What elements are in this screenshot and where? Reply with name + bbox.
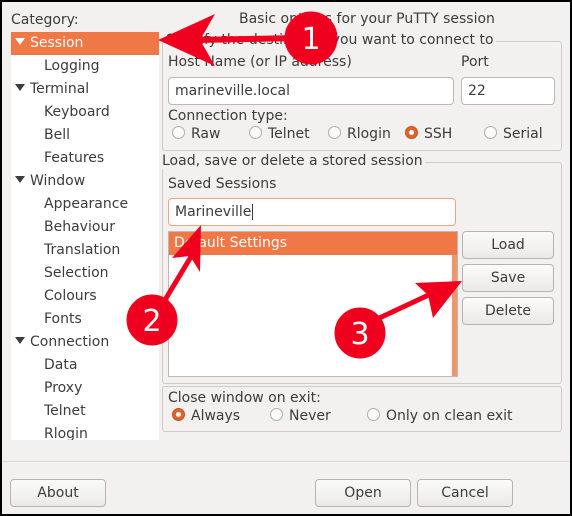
tree-item-connection[interactable]: Connection: [11, 331, 159, 354]
open-button[interactable]: Open: [315, 479, 411, 507]
text-cursor: [252, 204, 254, 220]
saved-sessions-label: Saved Sessions: [168, 176, 277, 192]
footer-separator: [2, 461, 570, 462]
putty-configuration-window: Category: Session Logging Terminal Keybo…: [2, 2, 570, 514]
tree-item-keyboard[interactable]: Keyboard: [11, 101, 159, 124]
expanded-triangle-icon[interactable]: [15, 84, 25, 91]
panel-title: Basic options for your PuTTY session: [239, 11, 495, 27]
list-scrollbar[interactable]: [452, 255, 457, 376]
radio-checked-icon[interactable]: [172, 408, 185, 421]
tree-item-data[interactable]: Data: [11, 354, 159, 377]
radio-circle-icon[interactable]: [249, 126, 262, 139]
tree-item-selection[interactable]: Selection: [11, 262, 159, 285]
radio-circle-icon[interactable]: [270, 408, 283, 421]
tree-item-appearance[interactable]: Appearance: [11, 193, 159, 216]
tree-item-fonts[interactable]: Fonts: [11, 308, 159, 331]
tree-item-logging[interactable]: Logging: [11, 55, 159, 78]
radio-checked-icon[interactable]: [405, 126, 418, 139]
radio-rlogin[interactable]: Rlogin: [328, 126, 391, 142]
port-input[interactable]: 22: [461, 77, 555, 105]
host-name-input[interactable]: marineville.local: [168, 77, 454, 105]
radio-circle-icon[interactable]: [172, 126, 185, 139]
connection-type-label: Connection type:: [168, 108, 288, 124]
destination-frame-title: Specify the destination you want to conn…: [166, 32, 496, 48]
radio-raw[interactable]: Raw: [172, 126, 220, 142]
delete-button[interactable]: Delete: [462, 297, 554, 325]
expanded-triangle-icon[interactable]: [15, 337, 25, 344]
host-name-label: Host Name (or IP address): [168, 54, 352, 70]
tree-item-behaviour[interactable]: Behaviour: [11, 216, 159, 239]
tree-item-proxy[interactable]: Proxy: [11, 377, 159, 400]
radio-always[interactable]: Always: [172, 408, 240, 424]
saved-sessions-list[interactable]: Default Settings: [168, 231, 458, 377]
tree-item-translation[interactable]: Translation: [11, 239, 159, 262]
load-button[interactable]: Load: [462, 231, 554, 259]
tree-item-bell[interactable]: Bell: [11, 124, 159, 147]
stored-session-frame-title: Load, save or delete a stored session: [162, 153, 425, 169]
radio-circle-icon[interactable]: [484, 126, 497, 139]
cancel-button[interactable]: Cancel: [417, 479, 513, 507]
tree-item-features[interactable]: Features: [11, 147, 159, 170]
about-button[interactable]: About: [10, 479, 106, 507]
save-button[interactable]: Save: [462, 264, 554, 292]
tree-item-colours[interactable]: Colours: [11, 285, 159, 308]
tree-item-session[interactable]: Session: [11, 32, 159, 55]
list-item-default-settings[interactable]: Default Settings: [169, 232, 457, 255]
tree-item-terminal[interactable]: Terminal: [11, 78, 159, 101]
radio-serial[interactable]: Serial: [484, 126, 543, 142]
expanded-triangle-icon[interactable]: [15, 176, 25, 183]
tree-item-window[interactable]: Window: [11, 170, 159, 193]
radio-telnet[interactable]: Telnet: [249, 126, 310, 142]
radio-ssh[interactable]: SSH: [405, 126, 452, 142]
radio-circle-icon[interactable]: [328, 126, 341, 139]
radio-circle-icon[interactable]: [367, 408, 380, 421]
radio-only-on-clean-exit[interactable]: Only on clean exit: [367, 408, 513, 424]
close-window-label: Close window on exit:: [168, 390, 321, 406]
tree-item-rlogin[interactable]: Rlogin: [11, 423, 159, 440]
category-label: Category:: [11, 12, 79, 28]
tree-item-telnet[interactable]: Telnet: [11, 400, 159, 423]
category-tree[interactable]: Session Logging Terminal Keyboard Bell F…: [11, 32, 159, 440]
saved-sessions-input[interactable]: Marineville: [168, 198, 456, 226]
expanded-triangle-icon[interactable]: [15, 38, 25, 45]
port-label: Port: [461, 54, 489, 70]
radio-never[interactable]: Never: [270, 408, 331, 424]
